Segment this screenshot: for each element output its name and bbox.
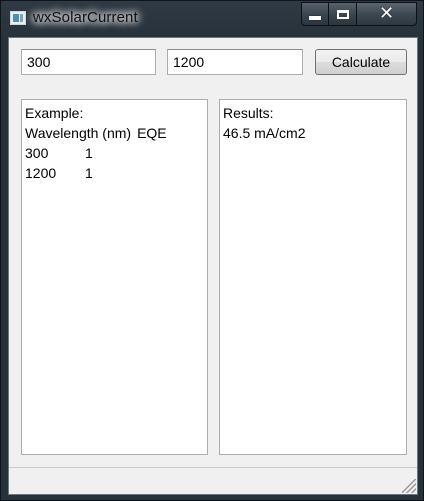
eqe-data-lines: Example: Wavelength (nm) EQE 300 1 1200 1 [25,103,204,183]
data-line-col1: 1200 [25,165,57,181]
calculate-button[interactable]: Calculate [315,49,407,75]
start-wavelength-input[interactable] [21,49,156,75]
resize-grip-icon[interactable] [402,479,416,493]
data-line-col2: 1 [85,145,93,161]
minimize-button[interactable] [301,2,329,26]
maximize-icon [336,9,349,19]
end-wavelength-input[interactable] [167,49,303,75]
eqe-data-input[interactable]: Example: Wavelength (nm) EQE 300 1 1200 1 [21,99,208,455]
data-line: Wavelength (nm) EQE [25,123,204,143]
app-window: wxSolarCurrent ✕ Calculate Example: Wavel… [0,0,424,501]
data-line-col1: Example: [25,105,84,121]
data-line-col1: Wavelength (nm) [25,125,132,141]
data-line: 1200 1 [25,163,204,183]
app-icon[interactable] [10,11,26,25]
close-icon: ✕ [378,3,395,24]
title-bar[interactable]: wxSolarCurrent ✕ [1,1,423,37]
client-area: Calculate Example: Wavelength (nm) EQE 300 1… [8,37,418,495]
caption-buttons: ✕ [301,2,417,26]
close-button[interactable]: ✕ [357,2,417,26]
results-heading: Results: [223,105,274,121]
data-line-col2: 1 [85,165,93,181]
data-line-col2: EQE [137,125,167,141]
data-line: 300 1 [25,143,204,163]
results-value: 46.5 mA/cm2 [223,125,306,141]
maximize-button[interactable] [329,2,357,26]
status-bar [9,467,417,494]
data-line-col1: 300 [25,145,49,161]
results-output[interactable]: Results: 46.5 mA/cm2 [219,99,407,455]
window-title: wxSolarCurrent [33,9,138,26]
data-line: Example: [25,103,204,123]
minimize-icon [309,16,321,20]
